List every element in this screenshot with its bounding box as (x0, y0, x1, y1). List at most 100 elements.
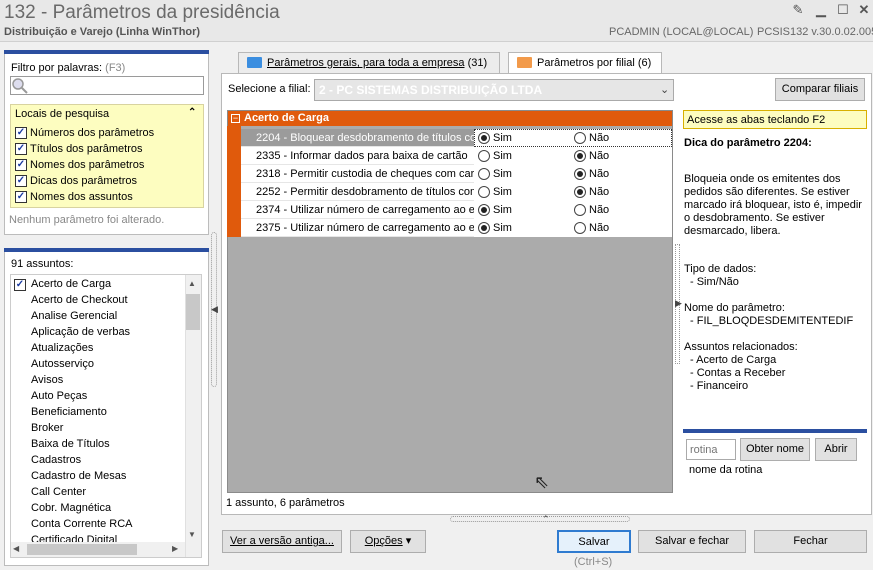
branch-label: Selecione a filial: (228, 83, 311, 95)
radio-yes[interactable] (478, 222, 490, 234)
radio-yes[interactable] (478, 132, 490, 144)
subject-list-item[interactable]: Cadastros (31, 454, 81, 466)
parameter-row[interactable]: 2318 - Permitir custodia de cheques com … (241, 165, 672, 183)
collapse-group-icon[interactable]: − (231, 114, 240, 123)
collapse-up-icon[interactable]: ⌃ (542, 514, 550, 525)
tab-general-count: (31) (467, 57, 488, 69)
radio-no[interactable] (574, 222, 586, 234)
radio-yes-label: Sim (493, 168, 512, 180)
radio-no[interactable] (574, 132, 586, 144)
subjects-list[interactable]: ✓ Acerto de Carga Acerto de Checkout Analis… (10, 274, 202, 558)
scroll-up-icon[interactable]: ▲ (188, 279, 196, 288)
parameter-row[interactable]: 2374 - Utilizar número de carregamento a… (241, 201, 672, 219)
radio-yes[interactable] (478, 150, 490, 162)
filter-status: Nenhum parâmetro foi alterado. (9, 214, 165, 226)
radio-no-label: Não (589, 132, 610, 144)
filter-option-label: Títulos dos parâmetros (30, 143, 143, 155)
horizontal-splitter[interactable] (450, 516, 630, 522)
radio-yes-label: Sim (493, 222, 512, 234)
caret-down-icon: ▾ (405, 535, 412, 547)
collapse-icon[interactable]: ⌃ (188, 107, 196, 118)
edit-icon[interactable]: ✎ (790, 2, 806, 18)
subject-list-item[interactable]: Call Center (31, 486, 86, 498)
filter-option-label: Nomes dos assuntos (30, 191, 133, 203)
scroll-right-icon[interactable]: ▶ (172, 544, 178, 553)
subject-list-item[interactable]: Aplicação de verbas (31, 326, 130, 338)
filter-shortcut: (F3) (105, 62, 126, 74)
scroll-left-icon[interactable]: ◀ (13, 544, 19, 553)
subject-list-item[interactable]: Analise Gerencial (31, 310, 117, 322)
subject-list-item[interactable]: Autosserviço (31, 358, 94, 370)
subject-checkbox[interactable]: ✓ (14, 279, 26, 291)
subject-list-item[interactable]: Avisos (31, 374, 63, 386)
maximize-icon[interactable]: ☐ (835, 2, 851, 18)
radio-no[interactable] (574, 150, 586, 162)
options-button[interactable]: Opções ▾ (350, 530, 426, 553)
routine-bar (683, 429, 867, 433)
filter-option-checkbox[interactable]: ✓ (15, 127, 27, 139)
close-icon[interactable]: ✕ (856, 2, 872, 18)
radio-no[interactable] (574, 186, 586, 198)
group-header[interactable]: Acerto de Carga (228, 111, 672, 126)
branch-value: 2 - PC SISTEMAS DISTRIBUIÇÃO LTDA (319, 83, 543, 97)
subjects-hscroll-thumb[interactable] (27, 544, 137, 555)
related-subject-item: - Acerto de Carga (690, 354, 777, 366)
close-button[interactable]: Fechar (754, 530, 867, 553)
subject-list-item[interactable]: Atualizações (31, 342, 93, 354)
filter-option-checkbox[interactable]: ✓ (15, 143, 27, 155)
parameter-row[interactable]: 2252 - Permitir desdobramento de títulos… (241, 183, 672, 201)
radio-yes[interactable] (478, 204, 490, 216)
subject-list-item[interactable]: Cobr. Magnética (31, 502, 111, 514)
filter-option-checkbox[interactable]: ✓ (15, 191, 27, 203)
radio-yes[interactable] (478, 186, 490, 198)
tab-general-parameters[interactable]: Parâmetros gerais, para toda a empresa (… (238, 52, 500, 73)
user-info: PCADMIN (LOCAL@LOCAL) (609, 26, 754, 38)
radio-no-label: Não (589, 168, 610, 180)
filter-option-label: Dicas dos parâmetros (30, 175, 137, 187)
tip-description-line: Bloqueia onde os emitentes dos (684, 173, 841, 185)
tab-general-label: Parâmetros gerais, para toda a empresa (267, 57, 465, 69)
data-type-label: Tipo de dados: (684, 263, 757, 275)
scroll-down-icon[interactable]: ▼ (188, 530, 196, 539)
get-name-button[interactable]: Obter nome (740, 438, 810, 461)
collapse-left-icon[interactable]: ◀ (211, 304, 218, 315)
chevron-down-icon[interactable]: ⌄ (660, 83, 669, 96)
subject-list-item[interactable]: Auto Peças (31, 390, 87, 402)
subject-list-item[interactable]: Beneficiamento (31, 406, 107, 418)
subject-list-item[interactable]: Baixa de Títulos (31, 438, 110, 450)
minimize-icon[interactable]: ▁ (813, 2, 829, 18)
old-version-button[interactable]: Ver a versão antiga... (222, 530, 342, 553)
filter-option-checkbox[interactable]: ✓ (15, 175, 27, 187)
radio-no[interactable] (574, 168, 586, 180)
filter-option-label: Números dos parâmetros (30, 127, 155, 139)
collapse-right-icon[interactable]: ▶ (675, 298, 682, 309)
subject-list-item[interactable]: Acerto de Carga (31, 278, 111, 290)
save-and-close-button[interactable]: Salvar e fechar (638, 530, 746, 553)
mouse-cursor-icon: ⇖ (534, 472, 550, 492)
radio-no-label: Não (589, 150, 610, 162)
parameter-row[interactable]: 2204 - Bloquear desdobramento de títulos… (241, 129, 672, 147)
subjects-scroll-thumb[interactable] (186, 294, 200, 330)
radio-yes[interactable] (478, 168, 490, 180)
routine-input[interactable] (686, 439, 736, 460)
radio-yes-label: Sim (493, 132, 512, 144)
subject-list-item[interactable]: Cadastro de Mesas (31, 470, 126, 482)
open-button[interactable]: Abrir (815, 438, 857, 461)
filter-option-checkbox[interactable]: ✓ (15, 159, 27, 171)
tip-description-line: marcado irá bloquear, isto é, impedir (684, 199, 862, 211)
tab-branch-parameters[interactable]: Parâmetros por filial (6) (508, 52, 662, 74)
tab-branch-label: Parâmetros por filial (537, 57, 635, 69)
filter-search-input[interactable] (10, 76, 204, 95)
branch-select[interactable]: 2 - PC SISTEMAS DISTRIBUIÇÃO LTDA (314, 79, 674, 101)
subject-list-item[interactable]: Broker (31, 422, 63, 434)
subjects-count: 91 assuntos: (11, 258, 74, 270)
subject-list-item[interactable]: Acerto de Checkout (31, 294, 128, 306)
search-locations-title: Locais de pesquisa (15, 108, 110, 120)
parameter-title: 2204 - Bloquear desdobramento de títulos… (256, 132, 477, 144)
subject-list-item[interactable]: Conta Corrente RCA (31, 518, 133, 530)
compare-branches-button[interactable]: Comparar filiais (775, 78, 865, 101)
parameter-row[interactable]: 2335 - Informar dados para baixa de cart… (241, 147, 672, 165)
parameter-row[interactable]: 2375 - Utilizar número de carregamento a… (241, 219, 672, 237)
save-button[interactable]: Salvar (557, 530, 631, 553)
radio-no[interactable] (574, 204, 586, 216)
